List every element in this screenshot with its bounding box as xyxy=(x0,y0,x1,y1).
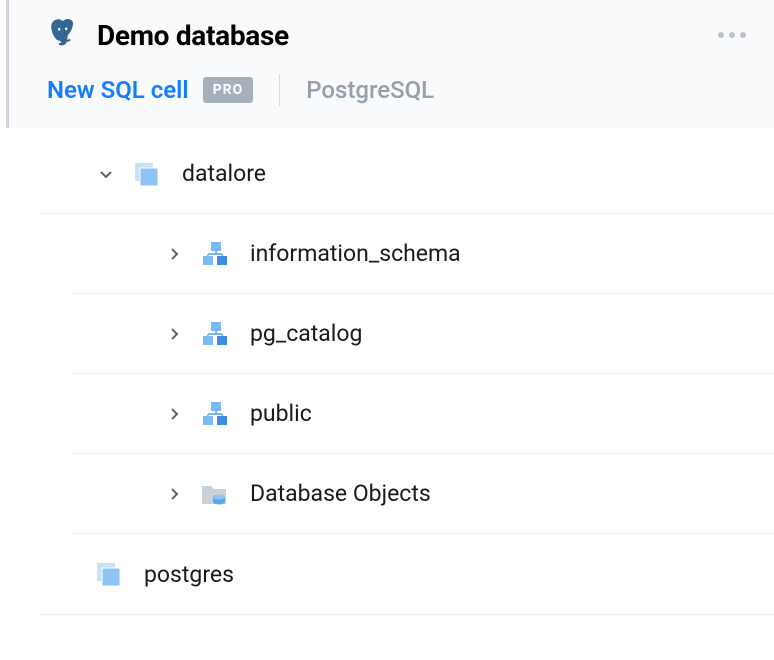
schema-icon xyxy=(200,400,228,428)
tree-node-db-objects[interactable]: Database Objects xyxy=(72,454,774,534)
chevron-right-icon[interactable] xyxy=(162,322,186,346)
tree-node-database[interactable]: postgres xyxy=(40,534,774,614)
divider xyxy=(279,74,280,106)
tree-node-schema[interactable]: information_schema xyxy=(72,214,774,294)
schema-icon xyxy=(200,320,228,348)
database-icon xyxy=(94,560,122,588)
action-bar: New SQL cell PRO PostgreSQL xyxy=(9,52,774,128)
new-sql-cell-button[interactable]: New SQL cell xyxy=(47,76,189,104)
more-options-button[interactable] xyxy=(712,26,752,44)
tree-node-schema[interactable]: pg_catalog xyxy=(72,294,774,374)
chevron-right-icon[interactable] xyxy=(162,242,186,266)
folder-db-icon xyxy=(200,480,228,508)
tree-node-database[interactable]: datalore xyxy=(40,134,774,214)
tree-node-label: Database Objects xyxy=(250,480,431,507)
postgres-logo-icon xyxy=(47,18,77,52)
database-header: Demo database xyxy=(9,18,774,52)
tree-node-label: datalore xyxy=(182,160,266,187)
chevron-right-icon[interactable] xyxy=(162,402,186,426)
tree-node-label: public xyxy=(250,400,312,427)
database-tree: datalore information_schema xyxy=(0,128,774,615)
database-title: Demo database xyxy=(97,19,692,52)
database-type-label: PostgreSQL xyxy=(306,76,434,104)
chevron-right-icon[interactable] xyxy=(162,482,186,506)
tree-node-label: postgres xyxy=(144,561,234,588)
schema-icon xyxy=(200,240,228,268)
pro-badge: PRO xyxy=(203,77,254,103)
tree-node-label: information_schema xyxy=(250,240,461,267)
chevron-down-icon[interactable] xyxy=(94,162,118,186)
tree-node-schema[interactable]: public xyxy=(72,374,774,454)
tree-node-label: pg_catalog xyxy=(250,320,362,347)
database-icon xyxy=(132,160,160,188)
